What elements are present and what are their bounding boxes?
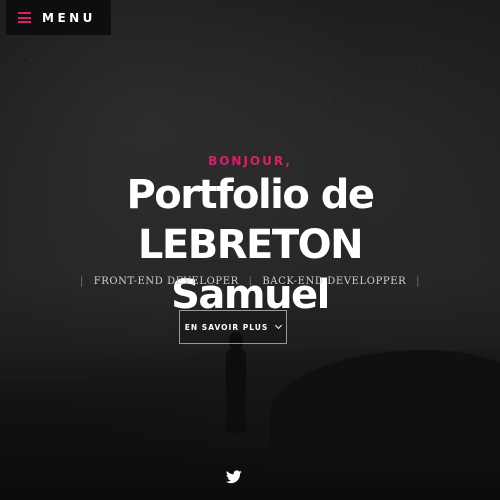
learn-more-label: EN SAVOIR PLUS [184, 322, 269, 332]
roles-separator: | [416, 276, 421, 287]
hamburger-icon[interactable] [18, 12, 31, 23]
learn-more-button[interactable]: EN SAVOIR PLUS [179, 310, 287, 344]
hero-section: MENU BONJOUR, Portfolio de LEBRETON Samu… [0, 0, 500, 500]
chevron-down-icon [275, 321, 283, 330]
role-back-end: BACK-END DEVELOPPER [262, 276, 407, 287]
hero-roles: | FRONT-END DEVELOPER | BACK-END DEVELOP… [0, 276, 500, 287]
hero-title: Portfolio de LEBRETON Samuel [10, 170, 490, 320]
menu-button[interactable]: MENU [6, 0, 111, 35]
roles-separator: | [79, 276, 84, 287]
hero-greeting: BONJOUR, [208, 154, 292, 168]
roles-separator: | [248, 276, 253, 287]
person-silhouette-body [226, 348, 246, 433]
hero-title-line1: Portfolio de LEBRETON [126, 172, 375, 268]
menu-label: MENU [42, 10, 96, 25]
twitter-icon[interactable] [226, 470, 242, 484]
role-front-end: FRONT-END DEVELOPER [93, 276, 239, 287]
